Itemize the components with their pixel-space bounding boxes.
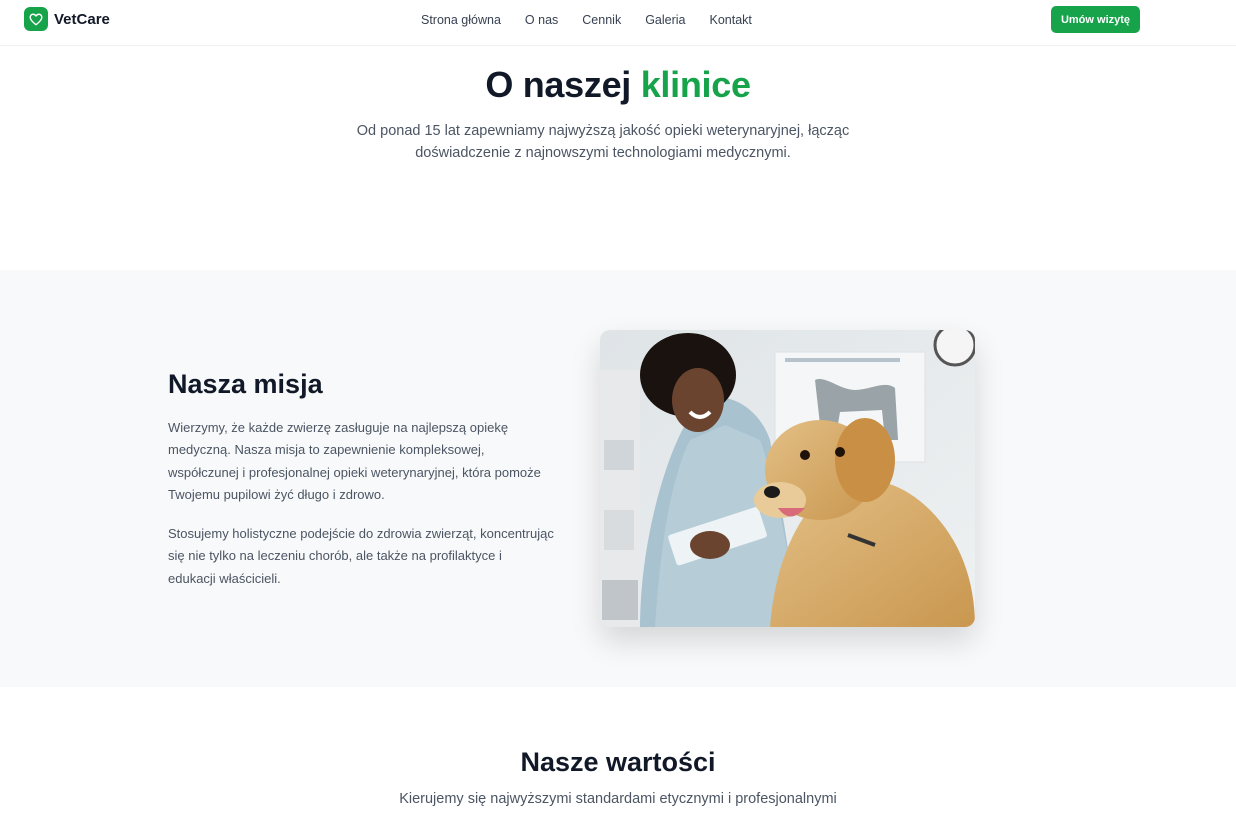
page-title: O naszej klinice — [0, 64, 1236, 106]
page-title-accent: klinice — [640, 64, 751, 105]
mission-line: medyczną. Nasza misja to zapewnienie kom… — [168, 442, 485, 458]
mission-title: Nasza misja — [168, 369, 323, 399]
mission-section: Nasza misja Wierzymy, że każde zwierzę z… — [0, 270, 1236, 687]
page-subtitle: Od ponad 15 lat zapewniamy najwyższą jak… — [318, 120, 888, 164]
site-header: VetCare Strona główna O nas Cennik Galer… — [0, 0, 1236, 46]
brand-name: VetCare — [54, 10, 110, 28]
values-title: Nasze wartości — [520, 747, 716, 777]
logo-link[interactable]: VetCare — [24, 7, 110, 31]
nav-item-pricing[interactable]: Cennik — [582, 13, 621, 27]
nav-item-about[interactable]: O nas — [525, 13, 558, 27]
values-subtitle: Kierujemy się najwyższymi standardami et… — [399, 791, 837, 807]
mission-line: współczunej i profesjonalnej opieki wete… — [168, 464, 541, 480]
page-title-main: O naszej — [485, 64, 631, 105]
nav-item-gallery[interactable]: Galeria — [645, 13, 685, 27]
page-subtitle-line: doświadczenie z najnowszymi technologiam… — [415, 145, 791, 161]
mission-paragraph: Wierzymy, że każde zwierzę zasługuje na … — [168, 417, 568, 507]
mission-line: Wierzymy, że każde zwierzę zasługuje na … — [168, 420, 509, 435]
nav-item-contact[interactable]: Kontakt — [710, 13, 752, 27]
mission-line: edukacji właścicieli. — [168, 570, 281, 586]
mission-line: Twojemu pupilowi żyć długo i zdrowo. — [168, 487, 385, 503]
heart-icon — [24, 7, 48, 31]
book-visit-button[interactable]: Umów wizytę — [1051, 6, 1140, 33]
mission-line: się nie tylko na leczeniu chorób, ale ta… — [168, 548, 502, 564]
vet-with-dog-photo — [600, 330, 975, 627]
page-subtitle-line: Od ponad 15 lat zapewniamy najwyższą jak… — [356, 123, 850, 139]
main-nav: Strona główna O nas Cennik Galeria Konta… — [421, 13, 776, 27]
mission-paragraph: Stosujemy holistyczne podejście do zdrow… — [168, 523, 568, 590]
mission-line: Stosujemy holistyczne podejście do zdrow… — [168, 526, 554, 541]
nav-item-home[interactable]: Strona główna — [421, 13, 501, 27]
